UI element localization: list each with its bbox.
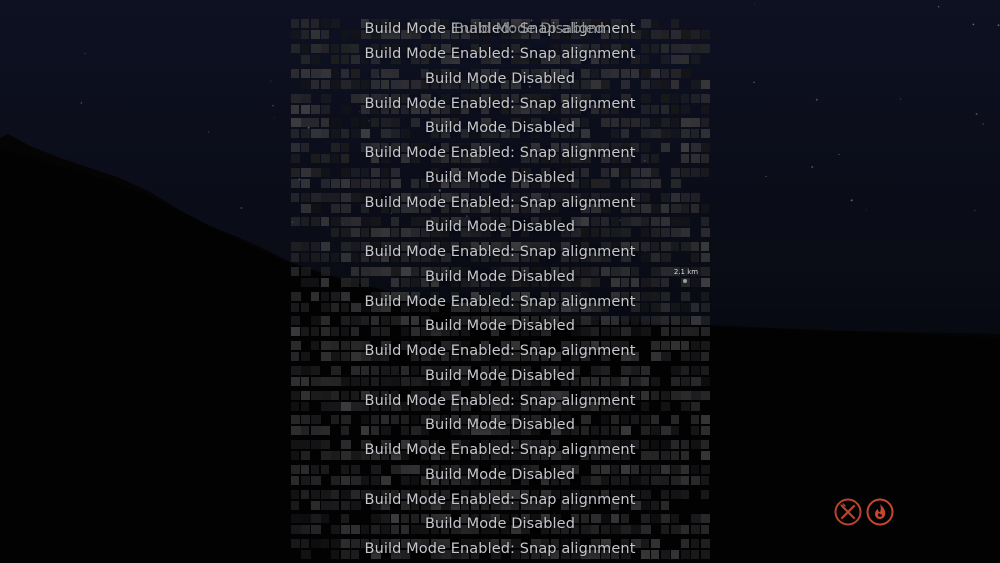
notification-text: Build Mode Enabled: Snap alignment xyxy=(364,541,636,557)
notification-text: Build Mode Disabled xyxy=(424,367,575,384)
notification-row: Build Mode Enabled: Snap alignment xyxy=(290,390,710,412)
notification-text: Build Mode Disabled xyxy=(424,70,575,87)
notification-row: Build Mode Enabled: Snap alignment xyxy=(290,142,710,164)
notification-row: Build Mode Enabled: Snap alignment xyxy=(290,93,710,115)
notification-text: Build Mode Enabled: Snap alignment xyxy=(364,145,636,161)
notification-text: Build Mode Enabled: Snap alignment xyxy=(364,491,636,508)
notification-text: Build Mode Disabled xyxy=(424,318,575,335)
waypoint-dot xyxy=(683,279,687,283)
notification-row: Build Mode Disabled xyxy=(290,167,710,189)
hunger-icon xyxy=(834,498,862,526)
status-icons xyxy=(832,498,896,528)
notification-text: Build Mode Enabled: Snap alignment xyxy=(364,442,636,458)
notification-text: Build Mode Enabled: Snap alignment xyxy=(364,46,636,62)
notification-row: Build Mode Disabled xyxy=(290,365,710,387)
notification-row: Build Mode Disabled xyxy=(290,117,710,139)
waypoint-marker: 2.1 km xyxy=(672,268,700,288)
notification-row: Build Mode Enabled: Snap alignment xyxy=(290,291,710,313)
notification-row: Build Mode Disabled xyxy=(290,513,710,535)
notification-text: Build Mode Disabled xyxy=(424,219,575,236)
notification-text: Build Mode Disabled xyxy=(424,169,575,186)
notification-row: Build Mode Enabled: Snap alignment xyxy=(290,340,710,362)
notification-text: Build Mode Enabled: Snap alignment xyxy=(364,244,636,260)
notification-row: Build Mode Disabled xyxy=(290,464,710,486)
notification-text: Build Mode Enabled: Snap alignment xyxy=(364,293,636,310)
notification-row-overlap: Build Mode Enabled: Snap alignment Build… xyxy=(290,18,710,40)
waypoint-distance: 2.1 km xyxy=(673,268,699,276)
notification-text: Build Mode Enabled: Snap alignment xyxy=(364,95,636,112)
notification-text: Build Mode Disabled xyxy=(424,516,575,533)
game-viewport: Build Mode Enabled: Snap alignment Build… xyxy=(0,0,1000,563)
notification-text: Build Mode Enabled: Snap alignment xyxy=(364,392,636,409)
notification-row: Build Mode Enabled: Snap alignment xyxy=(290,192,710,214)
fire-icon xyxy=(866,498,894,526)
notification-row: Build Mode Enabled: Snap alignment xyxy=(290,439,710,461)
notification-text: Build Mode Disabled xyxy=(424,417,575,434)
notification-feed: Build Mode Enabled: Snap alignment Build… xyxy=(290,0,710,563)
notification-text: Build Mode Disabled xyxy=(424,466,575,483)
notification-row: Build Mode Disabled xyxy=(290,266,710,288)
notification-text: Build Mode Enabled: Snap alignment xyxy=(364,343,636,359)
notification-row: Build Mode Disabled xyxy=(290,315,710,337)
notification-text-overlap: Build Mode Disabled xyxy=(453,21,604,37)
notification-row: Build Mode Enabled: Snap alignment xyxy=(290,43,710,65)
notification-text: Build Mode Disabled xyxy=(424,268,575,285)
notification-row: Build Mode Disabled xyxy=(290,414,710,436)
notification-text: Build Mode Enabled: Snap alignment xyxy=(364,194,636,211)
notification-row: Build Mode Disabled xyxy=(290,216,710,238)
notification-row: Build Mode Enabled: Snap alignment xyxy=(290,489,710,511)
notification-text: Build Mode Disabled xyxy=(424,120,575,137)
notification-row: Build Mode Enabled: Snap alignment xyxy=(290,241,710,263)
notification-row: Build Mode Disabled xyxy=(290,68,710,90)
notification-row: Build Mode Enabled: Snap alignment xyxy=(290,538,710,560)
